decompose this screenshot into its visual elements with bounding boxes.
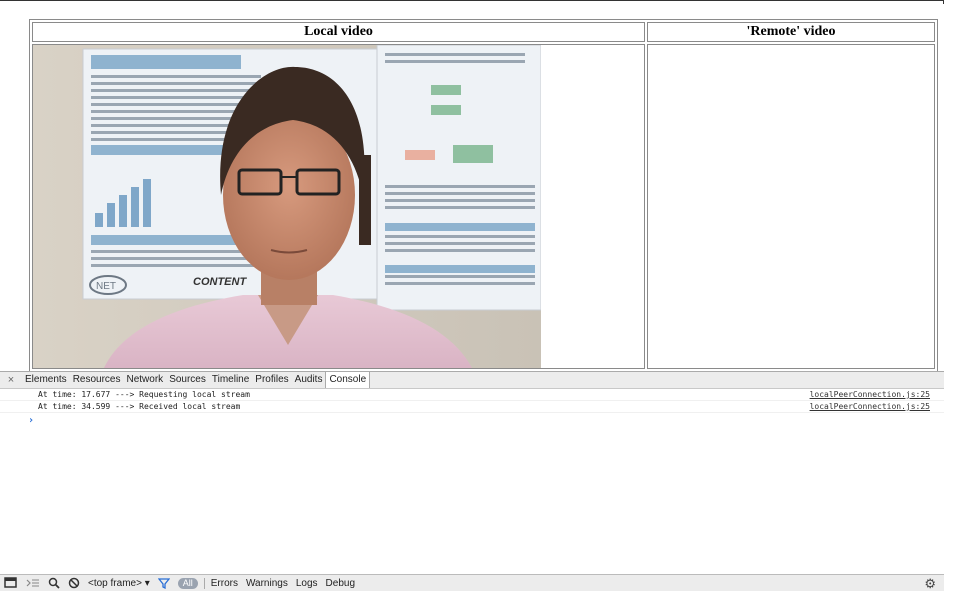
drawer-icon[interactable] (22, 577, 44, 589)
tab-console[interactable]: Console (325, 372, 371, 388)
local-video-header: Local video (32, 22, 645, 42)
tab-elements[interactable]: Elements (22, 372, 70, 388)
tab-network[interactable]: Network (124, 372, 167, 388)
tab-resources[interactable]: Resources (70, 372, 124, 388)
console-message-text: At time: 17.677 ---> Requesting local st… (38, 390, 250, 399)
frame-selector[interactable]: <top frame> ▾ (84, 578, 154, 589)
svg-text:NET: NET (96, 281, 116, 292)
console-status-bar: <top frame> ▾ All Errors Warnings Logs D… (0, 574, 944, 591)
local-video-cell: NET CONTENT (32, 44, 645, 369)
filter-logs[interactable]: Logs (292, 578, 322, 589)
local-video[interactable]: NET CONTENT (33, 45, 541, 368)
console-source-link[interactable]: localPeerConnection.js:25 (810, 401, 930, 412)
search-icon[interactable] (44, 577, 64, 589)
filter-warnings[interactable]: Warnings (242, 578, 292, 589)
tab-sources[interactable]: Sources (166, 372, 209, 388)
console-message: At time: 17.677 ---> Requesting local st… (0, 389, 944, 401)
page-frame (0, 0, 944, 4)
tab-audits[interactable]: Audits (292, 372, 326, 388)
devtools-tab-bar: × Elements Resources Network Sources Tim… (0, 371, 944, 389)
close-icon[interactable]: × (0, 374, 22, 386)
video-table: Local video 'Remote' video NET CONTENT (29, 19, 938, 372)
gear-icon[interactable]: ⚙ (924, 576, 936, 592)
console-message: At time: 34.599 ---> Received local stre… (0, 401, 944, 413)
console-prompt[interactable]: › (28, 415, 34, 426)
clear-icon[interactable] (64, 577, 84, 589)
tab-profiles[interactable]: Profiles (252, 372, 291, 388)
console-message-text: At time: 34.599 ---> Received local stre… (38, 402, 241, 411)
remote-video-header: 'Remote' video (647, 22, 935, 42)
filter-debug[interactable]: Debug (322, 578, 359, 589)
svg-text:CONTENT: CONTENT (193, 276, 247, 288)
console-source-link[interactable]: localPeerConnection.js:25 (810, 389, 930, 400)
filter-errors[interactable]: Errors (207, 578, 242, 589)
tab-timeline[interactable]: Timeline (209, 372, 252, 388)
separator (203, 577, 205, 589)
remote-video-cell (647, 44, 935, 369)
console-panel: At time: 17.677 ---> Requesting local st… (0, 389, 944, 574)
dock-icon[interactable] (0, 577, 22, 589)
filter-all[interactable]: All (177, 577, 198, 589)
filter-icon[interactable] (154, 577, 174, 589)
